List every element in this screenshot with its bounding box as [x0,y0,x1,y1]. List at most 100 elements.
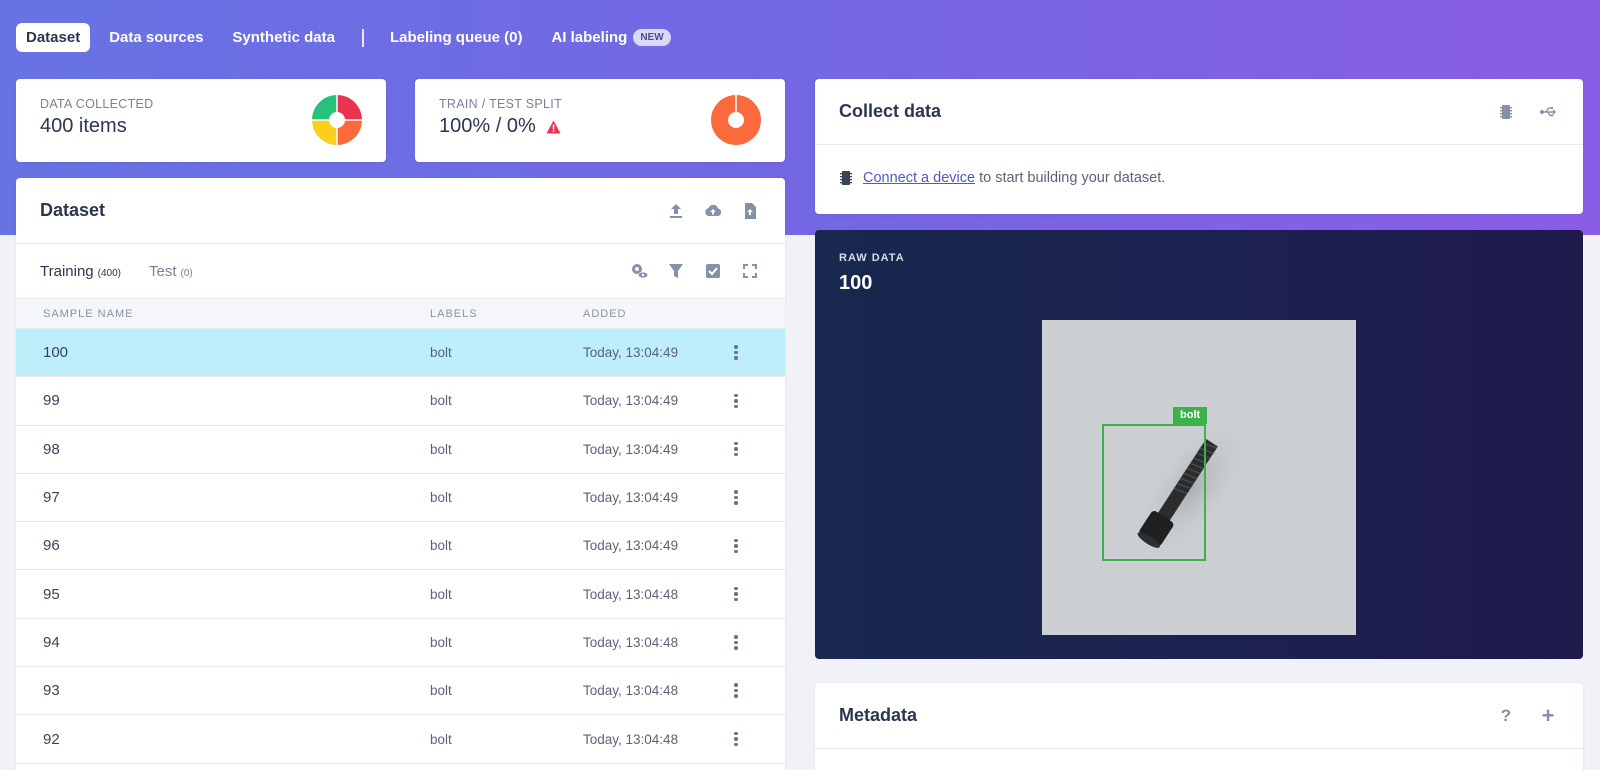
top-navigation: Dataset Data sources Synthetic data Labe… [16,22,690,53]
sample-name: 96 [43,537,60,555]
sample-label: bolt [430,634,452,650]
more-options-icon[interactable] [734,667,738,714]
sample-image: bolt [1042,320,1356,635]
cloud-icon[interactable] [702,200,724,222]
dataset-title: Dataset [40,200,106,220]
sample-label: bolt [430,731,452,747]
sample-label: bolt [430,538,452,554]
sample-added: Today, 13:04:49 [583,538,679,554]
tab-synthetic-data[interactable]: Synthetic data [222,23,345,52]
connect-device-link[interactable]: Connect a device [863,170,975,186]
more-options-icon[interactable] [734,570,738,617]
column-added[interactable]: ADDED [583,299,627,328]
more-options-icon[interactable] [734,474,738,521]
raw-data-sample-name: 100 [839,272,873,294]
tab-training-label: Training [40,262,94,280]
help-icon[interactable]: ? [1495,705,1517,727]
sample-name: 95 [43,585,60,603]
sample-label: bolt [430,683,452,699]
collect-data-message: to start building your dataset. [975,170,1166,186]
sample-name: 100 [43,344,69,362]
add-icon[interactable]: + [1537,704,1559,727]
table-row[interactable]: 92 bolt Today, 13:04:48 [16,715,785,764]
data-collected-card: DATA COLLECTED 400 items [16,79,386,162]
more-options-icon[interactable] [734,715,738,762]
tab-test[interactable]: Test (0) [149,263,193,280]
metadata-card: Metadata ? + [815,683,1583,770]
more-options-icon[interactable] [734,522,738,569]
table-row[interactable]: 93 bolt Today, 13:04:48 [16,667,785,716]
data-collected-value: 400 items [40,115,127,137]
sample-name: 94 [43,633,60,651]
filter-icon[interactable] [665,260,687,282]
table-row[interactable]: 98 bolt Today, 13:04:49 [16,426,785,474]
sample-name: 93 [43,682,60,700]
tab-training-count: (400) [97,267,121,279]
more-options-icon[interactable] [734,426,738,473]
sample-added: Today, 13:04:48 [583,683,679,699]
sample-added: Today, 13:04:49 [583,441,679,457]
export-file-icon[interactable] [739,200,761,222]
data-collected-pie-icon [312,95,362,145]
bounding-box[interactable] [1102,424,1206,561]
raw-data-label: RAW DATA [839,252,905,264]
sample-added: Today, 13:04:48 [583,586,679,602]
nav-separator [361,28,364,47]
warning-icon [546,120,561,133]
chip-icon[interactable] [1495,101,1517,123]
sample-name: 92 [43,730,60,748]
data-collected-label: DATA COLLECTED [40,97,154,111]
tab-test-count: (0) [180,267,193,279]
collect-data-title: Collect data [839,101,942,121]
table-row[interactable]: 96 bolt Today, 13:04:49 [16,522,785,571]
table-header: SAMPLE NAME LABELS ADDED [16,298,785,329]
sample-added: Today, 13:04:48 [583,731,679,747]
train-test-split-value: 100% / 0% [439,115,536,137]
select-checkbox-icon[interactable] [702,260,724,282]
collect-data-card: Collect data Connect a device to start b… [815,79,1583,214]
more-options-icon[interactable] [734,329,738,376]
raw-data-panel: RAW DATA 100 bolt [815,230,1583,659]
column-sample-name[interactable]: SAMPLE NAME [43,299,133,328]
train-test-split-label: TRAIN / TEST SPLIT [439,97,563,111]
tab-test-label: Test [149,262,177,280]
sample-added: Today, 13:04:49 [583,345,679,361]
tab-training[interactable]: Training (400) [40,263,121,280]
table-row[interactable]: 97 bolt Today, 13:04:49 [16,474,785,523]
dataset-card: Dataset Training (400) Test (0) SAMPLE N… [16,178,785,770]
usb-icon[interactable] [1537,101,1559,123]
tab-data-sources[interactable]: Data sources [99,23,213,52]
sample-name: 99 [43,392,60,410]
more-options-icon[interactable] [734,619,738,666]
table-row[interactable]: 99 bolt Today, 13:04:49 [16,377,785,426]
sample-added: Today, 13:04:49 [583,490,679,506]
more-options-icon[interactable] [734,377,738,424]
table-row[interactable]: 94 bolt Today, 13:04:48 [16,619,785,668]
settings-eye-icon[interactable] [628,260,650,282]
tab-ai-labeling[interactable]: AI labeling NEW [541,23,680,53]
tab-ai-labeling-label: AI labeling [551,28,628,46]
sample-label: bolt [430,345,452,361]
sample-name: 98 [43,440,60,458]
sample-label: bolt [430,441,452,457]
tab-dataset[interactable]: Dataset [16,23,91,52]
sample-name: 97 [43,489,60,507]
metadata-title: Metadata [839,705,918,725]
new-badge: NEW [633,29,671,47]
upload-icon[interactable] [665,200,687,222]
train-test-split-pie-icon [711,95,761,145]
bounding-box-label: bolt [1173,407,1208,424]
sample-added: Today, 13:04:48 [583,634,679,650]
sample-label: bolt [430,586,452,602]
column-labels[interactable]: LABELS [430,299,478,328]
sample-list: 100 bolt Today, 13:04:49 99 bolt Today, … [16,329,785,764]
device-chip-icon [840,171,852,185]
sample-label: bolt [430,490,452,506]
table-row[interactable]: 95 bolt Today, 13:04:48 [16,570,785,619]
table-row[interactable]: 100 bolt Today, 13:04:49 [16,329,785,378]
expand-icon[interactable] [739,260,761,282]
train-test-split-card: TRAIN / TEST SPLIT 100% / 0% [415,79,785,162]
sample-added: Today, 13:04:49 [583,393,679,409]
sample-label: bolt [430,393,452,409]
tab-labeling-queue[interactable]: Labeling queue (0) [380,23,533,52]
